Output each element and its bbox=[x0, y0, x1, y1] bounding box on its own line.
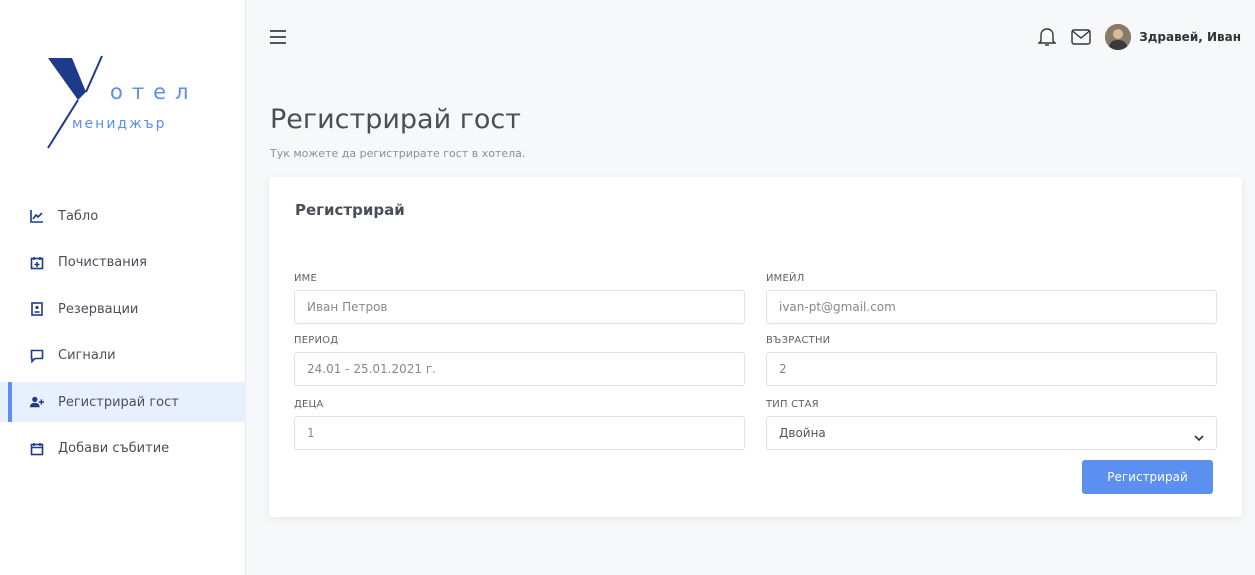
card-title: Регистрирай bbox=[295, 201, 405, 219]
sidebar-item-label: Сигнали bbox=[58, 348, 116, 363]
name-label: ИМЕ bbox=[294, 273, 318, 284]
sidebar-item-dashboard[interactable]: Табло bbox=[0, 196, 246, 236]
children-label: ДЕЦА bbox=[294, 399, 324, 410]
sidebar: отел мениджър Табло Почиствания Резервац… bbox=[0, 0, 246, 575]
sidebar-item-alerts[interactable]: Сигнали bbox=[0, 336, 246, 376]
avatar[interactable] bbox=[1105, 24, 1132, 50]
main-content: Здравей, Иван Регистрирай гост Тук может… bbox=[246, 0, 1255, 575]
sidebar-item-label: Резервации bbox=[58, 301, 139, 317]
message-icon bbox=[30, 349, 44, 363]
period-label: ПЕРИОД bbox=[294, 335, 339, 346]
user-greeting: Здравей, Иван bbox=[1139, 30, 1241, 44]
mail-icon[interactable] bbox=[1071, 27, 1091, 47]
topbar: Здравей, Иван bbox=[246, 0, 1255, 80]
children-input[interactable] bbox=[294, 416, 745, 450]
topbar-actions: Здравей, Иван bbox=[1037, 24, 1241, 50]
room-type-field-group: ТИП СТАЯ Двойна bbox=[766, 399, 1217, 450]
email-field-group: ИМЕЙЛ bbox=[766, 273, 1217, 324]
adults-label: ВЪЗРАСТНИ bbox=[766, 335, 831, 346]
logo-text-line1: отел bbox=[110, 80, 198, 104]
period-input[interactable] bbox=[294, 352, 745, 386]
room-type-value: Двойна bbox=[779, 426, 826, 440]
sidebar-item-label: Добави събитие bbox=[58, 441, 170, 456]
room-type-select[interactable]: Двойна bbox=[766, 416, 1217, 450]
room-type-label: ТИП СТАЯ bbox=[766, 399, 819, 410]
user-plus-icon bbox=[30, 395, 44, 409]
hotel-manager-logo: отел мениджър bbox=[42, 52, 212, 152]
adults-field-group: ВЪЗРАСТНИ bbox=[766, 335, 1217, 386]
sidebar-nav: Табло Почиствания Резервации Сигнали Рег… bbox=[0, 196, 246, 475]
period-field-group: ПЕРИОД bbox=[294, 335, 745, 386]
register-button[interactable]: Регистрирай bbox=[1082, 460, 1213, 494]
email-label: ИМЕЙЛ bbox=[766, 273, 805, 284]
sidebar-item-reservations[interactable]: Резервации bbox=[0, 289, 246, 329]
calendar-plus-icon bbox=[30, 256, 44, 270]
chevron-down-icon bbox=[1194, 428, 1204, 442]
name-field-group: ИМЕ bbox=[294, 273, 745, 324]
register-guest-card: Регистрирай ИМЕ ИМЕЙЛ ПЕРИОД ВЪЗРАСТНИ Д… bbox=[269, 177, 1242, 517]
sidebar-item-label: Табло bbox=[58, 208, 99, 224]
sidebar-item-cleanings[interactable]: Почиствания bbox=[0, 243, 246, 283]
chart-line-icon bbox=[30, 209, 44, 223]
page-subtitle: Тук можете да регистрирате гост в хотела… bbox=[270, 147, 526, 160]
sidebar-item-label: Почиствания bbox=[58, 255, 147, 270]
page-title: Регистрирай гост bbox=[270, 104, 521, 135]
name-input[interactable] bbox=[294, 290, 745, 324]
sidebar-item-add-event[interactable]: Добави събитие bbox=[0, 429, 246, 469]
email-input[interactable] bbox=[766, 290, 1217, 324]
menu-toggle-icon[interactable] bbox=[270, 30, 286, 44]
adults-input[interactable] bbox=[766, 352, 1217, 386]
sidebar-item-label: Регистрирай гост bbox=[58, 394, 179, 410]
sidebar-item-register-guest[interactable]: Регистрирай гост bbox=[0, 382, 246, 422]
calendar-icon bbox=[30, 442, 44, 456]
children-field-group: ДЕЦА bbox=[294, 399, 745, 450]
logo-text-line2: мениджър bbox=[72, 116, 167, 132]
bell-icon[interactable] bbox=[1037, 27, 1057, 47]
booking-icon bbox=[30, 302, 44, 316]
